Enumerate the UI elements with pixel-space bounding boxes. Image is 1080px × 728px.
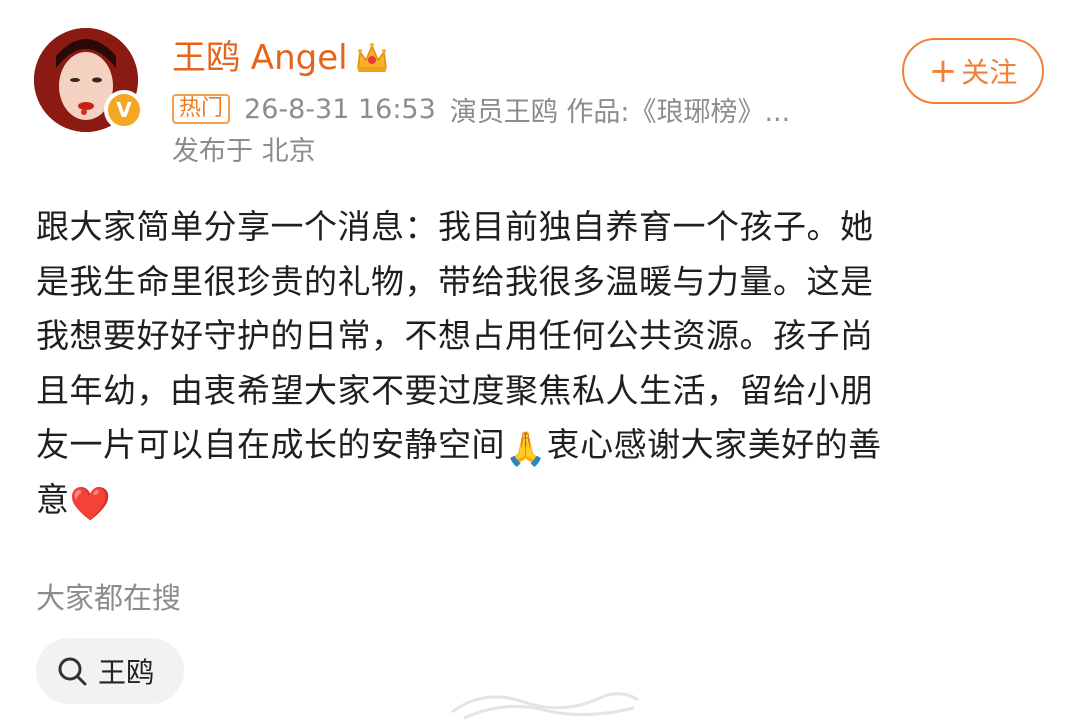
search-icon	[58, 657, 87, 686]
source-text: 演员王鸥 作品:《琅琊榜》...	[449, 96, 791, 128]
post-meta: 热门 26-8-31 16:53 演员王鸥 作品:《琅琊榜》...	[172, 90, 790, 128]
follow-label: 关注	[961, 56, 1018, 89]
verified-v-icon: V	[104, 90, 144, 130]
post-line: 跟大家简单分享一个消息：我目前独自养育一个孩子。她	[36, 207, 874, 246]
watermark-logo	[451, 692, 639, 720]
post-line: 是我生命里很珍贵的礼物，带给我很多温暖与力量。这是	[36, 261, 874, 301]
post-line-text: 衷心感谢大家美好的善	[546, 425, 882, 464]
verified-mark: V	[116, 98, 132, 122]
post-line: 友一片可以自在成长的安静空间🙏衷心感谢大家美好的善	[36, 418, 1036, 473]
search-heading: 大家都在搜	[36, 581, 182, 615]
search-chip[interactable]: 王鸥	[36, 638, 185, 704]
post-line-text: 友一片可以自在成长的安静空间	[36, 425, 505, 464]
follow-button[interactable]: + 关注	[902, 38, 1044, 104]
post-line-text: 意	[36, 479, 70, 519]
pray-emoji: 🙏	[505, 429, 547, 468]
crown-icon	[356, 43, 387, 72]
plus-icon: +	[928, 51, 958, 91]
hot-badge: 热门	[172, 94, 231, 124]
heart-emoji: ❤️	[69, 483, 112, 523]
search-chip-label: 王鸥	[98, 656, 155, 689]
post-line: 我想要好好守护的日常，不想占用任何公共资源。孩子尚	[36, 316, 874, 355]
location-text: 发布于 北京	[172, 136, 316, 167]
post-content: 跟大家简单分享一个消息：我目前独自养育一个孩子。她 是我生命里很珍贵的礼物，带给…	[36, 200, 1036, 527]
avatar[interactable]: V	[34, 28, 144, 132]
post-line: 且年幼，由衷希望大家不要过度聚焦私人生活，留给小朋	[36, 370, 874, 410]
post-line: 意❤️	[36, 473, 1036, 528]
username-text[interactable]: 王鸥 Angel	[172, 34, 348, 82]
timestamp: 26-8-31 16:53	[244, 93, 436, 125]
username[interactable]: 王鸥 Angel	[172, 34, 390, 82]
